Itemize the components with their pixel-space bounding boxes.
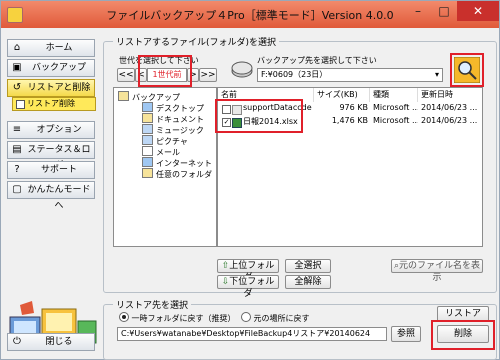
support-icon: ? xyxy=(14,164,20,175)
sidebar-item-label: リストアと削除 xyxy=(27,83,91,93)
sidebar-item-status-log[interactable]: ▤ ステータス＆ログ xyxy=(7,141,95,171)
backup-icon: ▣ xyxy=(12,62,22,73)
restore-path-field[interactable]: C:¥Users¥watanabe¥Desktop¥FileBackup4リスト… xyxy=(117,327,387,341)
file-date: 2014/06/23 ... xyxy=(421,103,478,112)
options-icon: ≡ xyxy=(12,124,22,135)
generation-highlight-box xyxy=(138,55,192,87)
restore-section-heading: リストア先を選択 xyxy=(113,298,192,311)
file-size: 1,476 KB xyxy=(331,116,368,125)
file-type: Microsoft ... xyxy=(373,116,418,125)
folder-icon xyxy=(142,124,153,134)
sidebar-item-label: かんたんモードへ xyxy=(27,185,91,211)
folder-icon xyxy=(142,113,153,123)
sidebar-item-label: ホーム xyxy=(45,43,73,53)
backup-dest-value: F:¥0609（23日） xyxy=(261,70,328,79)
close-button[interactable]: ✕ xyxy=(457,1,499,21)
easy-mode-icon: ▢ xyxy=(12,184,22,195)
generation-last-button[interactable]: >> xyxy=(199,68,217,82)
radio-original-location[interactable]: 元の場所に戻す xyxy=(241,312,310,324)
browse-button[interactable]: 参照 xyxy=(391,326,421,342)
radio-selected xyxy=(119,312,129,322)
tree-item-custom-folder[interactable]: 任意のフォルダ xyxy=(142,168,212,180)
column-header-size[interactable]: サイズ(KB) xyxy=(314,88,370,102)
search-highlight-box xyxy=(450,53,484,87)
up-folder-button[interactable]: ⇧上位フォルダ xyxy=(217,259,279,283)
sidebar-item-home[interactable]: ⌂ ホーム xyxy=(7,39,95,57)
column-header-type[interactable]: 種類 xyxy=(370,88,418,102)
backup-dest-select[interactable]: F:¥0609（23日） ▾ xyxy=(257,68,443,82)
file-date: 2014/06/23 ... xyxy=(421,116,478,125)
file-highlight-box xyxy=(215,99,303,133)
sidebar-item-support[interactable]: ? サポート xyxy=(7,161,95,179)
radio-unselected xyxy=(241,312,251,322)
drive-icon xyxy=(231,61,253,78)
restore-icon: ↺ xyxy=(12,82,22,93)
sidebar-item-close[interactable]: ⏻ 閉じる xyxy=(7,333,95,351)
status-log-icon: ▤ xyxy=(12,144,22,155)
select-all-button[interactable]: 全選択 xyxy=(285,259,331,273)
folder-icon xyxy=(142,102,153,112)
close-door-icon: ⏻ xyxy=(13,336,21,347)
show-original-name-button[interactable]: ⌕元のファイル名を表示 xyxy=(391,259,483,283)
mail-icon xyxy=(142,146,153,156)
sidebar-item-label: バックアップ xyxy=(31,63,86,73)
folder-tree: バックアップ デスクトップ ドキュメント ミュージック ピクチャ メール インタ… xyxy=(113,87,217,247)
sidebar-item-label: 閉じる xyxy=(45,337,73,347)
sidebar-item-easy-mode[interactable]: ▢ かんたんモードへ xyxy=(7,181,95,211)
deselect-all-button[interactable]: 全解除 xyxy=(285,275,331,289)
sidebar-item-label: オプション xyxy=(36,125,82,135)
file-type: Microsoft ... xyxy=(373,103,418,112)
backup-dest-label: バックアップ先を選択して下さい xyxy=(257,56,377,65)
sidebar-subitem-restore-delete[interactable]: リストア削除 xyxy=(12,97,96,111)
sidebar-item-label: リストア削除 xyxy=(27,99,75,108)
app-window: ファイルバックアップ４Pro［標準モード］Version 4.0.0 – □ ✕… xyxy=(0,0,500,360)
maximize-button[interactable]: □ xyxy=(431,1,457,21)
file-section-heading: リストアするファイル(フォルダ)を選択 xyxy=(113,35,280,48)
down-folder-button[interactable]: ⇩下位フォルダ xyxy=(217,275,279,299)
sidebar: ⌂ ホーム ▣ バックアップ ↺ リストアと削除 リストア削除 ≡ オプション … xyxy=(4,31,99,359)
file-size: 976 KB xyxy=(339,103,368,112)
sidebar-item-restore[interactable]: ↺ リストアと削除 xyxy=(7,79,95,97)
sidebar-item-label: サポート xyxy=(40,165,77,175)
home-icon: ⌂ xyxy=(13,42,21,53)
sidebar-item-options[interactable]: ≡ オプション xyxy=(7,121,95,139)
sidebar-item-backup[interactable]: ▣ バックアップ xyxy=(7,59,95,77)
generation-first-button[interactable]: << xyxy=(117,68,135,82)
delete-highlight-box xyxy=(431,320,495,350)
folder-icon xyxy=(142,168,153,178)
title-bar: ファイルバックアップ４Pro［標準モード］Version 4.0.0 – □ ✕ xyxy=(1,1,499,28)
folder-icon xyxy=(142,135,153,145)
folder-icon xyxy=(118,91,129,101)
radio-temp-folder[interactable]: 一時フォルダに戻す（推奨） xyxy=(119,312,236,324)
column-header-date[interactable]: 更新日時 xyxy=(418,88,482,102)
restore-delete-icon xyxy=(16,100,25,109)
chevron-down-icon: ▾ xyxy=(434,70,439,79)
globe-icon xyxy=(142,157,153,167)
minimize-button[interactable]: – xyxy=(405,1,431,21)
